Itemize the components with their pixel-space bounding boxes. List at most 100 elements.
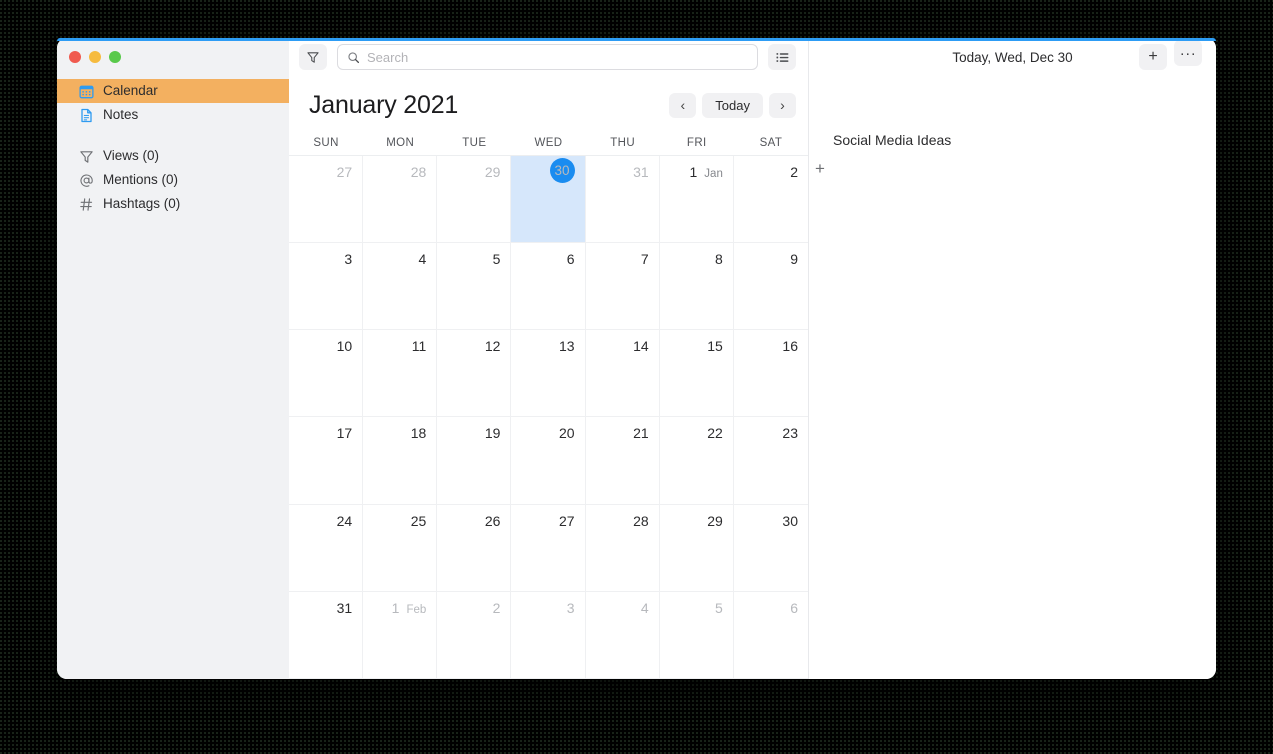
- sidebar-item-label: Calendar: [103, 83, 158, 99]
- day-number: 6: [566, 251, 575, 268]
- day-number: 14: [633, 338, 649, 355]
- day-number: 29: [707, 512, 723, 529]
- calendar-day-cell[interactable]: 24: [289, 504, 364, 592]
- day-number: 5: [715, 599, 723, 616]
- calendar-day-cell[interactable]: 30: [511, 156, 586, 244]
- sidebar-group-secondary: Views (0) Mentions (0) Hashtags (0): [57, 144, 289, 216]
- calendar-day-cell[interactable]: 18: [363, 417, 438, 505]
- sidebar-item-calendar[interactable]: Calendar: [57, 79, 289, 103]
- hashtag-icon: [79, 197, 94, 212]
- calendar-day-cell[interactable]: 20: [511, 417, 586, 505]
- calendar-day-cell[interactable]: 29: [437, 156, 512, 244]
- day-number: 4: [418, 251, 427, 268]
- calendar-day-cell[interactable]: 2: [437, 591, 512, 679]
- calendar-day-cell[interactable]: 11: [363, 330, 438, 418]
- filter-funnel-icon: [79, 149, 94, 164]
- add-entry-button[interactable]: +: [1139, 44, 1167, 70]
- day-number: 10: [336, 338, 353, 355]
- sidebar-group-primary: Calendar Notes: [57, 79, 289, 127]
- day-number: 13: [558, 338, 575, 355]
- more-options-button[interactable]: ···: [1174, 40, 1202, 66]
- day-number: 3: [344, 251, 353, 268]
- add-note-item-button[interactable]: +: [815, 160, 833, 177]
- calendar-day-cell[interactable]: 26: [437, 504, 512, 592]
- day-number: 23: [782, 425, 798, 442]
- day-number: 1: [391, 599, 400, 616]
- weekday-header-sun: SUN: [313, 137, 339, 149]
- calendar-day-cell[interactable]: 12: [437, 330, 512, 418]
- calendar-day-cell[interactable]: 31: [585, 156, 660, 244]
- next-month-button[interactable]: ›: [769, 92, 796, 118]
- day-number: 16: [782, 338, 798, 355]
- calendar-day-cell[interactable]: 10: [289, 330, 364, 418]
- calendar-icon: [79, 84, 94, 99]
- note-document-icon: [79, 108, 94, 123]
- day-number: 6: [790, 599, 798, 616]
- calendar-day-cell[interactable]: 25: [363, 504, 438, 592]
- search-input[interactable]: [367, 49, 748, 65]
- sidebar-item-label: Notes: [103, 107, 139, 123]
- app-window: Calendar Notes Views (0) Mentions (0) Ha…: [57, 38, 1216, 679]
- calendar-day-cell[interactable]: 6: [511, 243, 586, 331]
- calendar-day-cell[interactable]: 3: [511, 591, 586, 679]
- sidebar-item-hashtags[interactable]: Hashtags (0): [57, 192, 289, 216]
- calendar-day-cell[interactable]: 4: [363, 243, 438, 331]
- calendar-day-cell[interactable]: 13: [511, 330, 586, 418]
- zoom-window-button[interactable]: [109, 51, 121, 63]
- calendar-day-cell[interactable]: 14: [585, 330, 660, 418]
- today-button[interactable]: Today: [702, 92, 763, 118]
- calendar-day-cell[interactable]: 30: [733, 505, 808, 592]
- calendar-day-cell[interactable]: 7: [585, 243, 660, 331]
- day-number: 19: [484, 425, 501, 442]
- calendar-day-cell[interactable]: 4: [585, 591, 660, 679]
- calendar-day-cell[interactable]: 27: [511, 504, 586, 592]
- calendar-day-cell[interactable]: 16: [733, 330, 808, 418]
- calendar-day-cell[interactable]: 29: [659, 504, 734, 592]
- day-number: 27: [336, 164, 353, 180]
- calendar-day-cell[interactable]: 28: [585, 504, 660, 592]
- weekday-header-mon: MON: [386, 137, 415, 149]
- calendar-day-cell[interactable]: 1 Jan: [659, 156, 734, 244]
- day-number: 20: [558, 425, 575, 442]
- calendar-day-cell[interactable]: 6: [733, 592, 808, 679]
- calendar-day-cell[interactable]: 23: [733, 417, 808, 505]
- day-number: 21: [633, 425, 649, 442]
- calendar-day-cell[interactable]: 21: [585, 417, 660, 505]
- day-number: 28: [633, 512, 649, 529]
- search-icon: [347, 51, 360, 64]
- calendar-day-cell[interactable]: 22: [659, 417, 734, 505]
- sidebar-item-mentions[interactable]: Mentions (0): [57, 168, 289, 192]
- close-window-button[interactable]: [69, 51, 81, 63]
- calendar-day-cell[interactable]: 1 Feb: [363, 591, 438, 679]
- calendar-day-cell[interactable]: 2: [733, 156, 808, 244]
- list-view-button[interactable]: [768, 44, 796, 70]
- day-number: 12: [484, 338, 501, 355]
- calendar-day-cell[interactable]: 9: [733, 243, 808, 331]
- calendar-day-cell[interactable]: 17: [289, 417, 364, 505]
- calendar-day-cell[interactable]: 5: [659, 591, 734, 679]
- note-title: Social Media Ideas: [833, 132, 952, 148]
- day-number: 31: [336, 599, 353, 616]
- filter-button[interactable]: [299, 44, 327, 70]
- day-number: 26: [484, 512, 501, 529]
- calendar-day-cell[interactable]: 5: [437, 243, 512, 331]
- sidebar-item-notes[interactable]: Notes: [57, 103, 289, 127]
- day-number: 24: [336, 512, 353, 529]
- calendar-day-cell[interactable]: 19: [437, 417, 512, 505]
- search-field[interactable]: [337, 44, 758, 70]
- previous-month-button[interactable]: ‹: [669, 92, 697, 118]
- calendar-day-cell[interactable]: 8: [659, 243, 734, 331]
- calendar-day-cell[interactable]: 31: [289, 591, 364, 679]
- calendar-day-cell[interactable]: 28: [363, 156, 438, 244]
- day-number: 28: [410, 164, 427, 180]
- minimize-window-button[interactable]: [89, 51, 101, 63]
- day-number: 7: [640, 251, 649, 268]
- calendar-day-cell[interactable]: 27: [289, 156, 364, 244]
- screen: Calendar Notes Views (0) Mentions (0) Ha…: [0, 0, 1273, 754]
- day-number: 5: [492, 251, 501, 268]
- calendar-day-cell[interactable]: 15: [659, 330, 734, 418]
- weekday-header-fri: FRI: [686, 137, 707, 149]
- calendar-day-cell[interactable]: 3: [289, 243, 364, 331]
- weekday-header-row: SUN MON TUE WED THU FRI SAT: [289, 131, 808, 155]
- sidebar-item-views[interactable]: Views (0): [57, 144, 289, 168]
